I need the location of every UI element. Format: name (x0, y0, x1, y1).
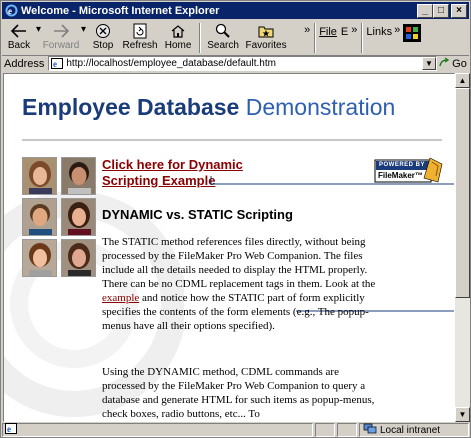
toolbar-separator (199, 23, 202, 53)
home-button[interactable]: Home (160, 20, 196, 56)
address-label: Address (4, 57, 45, 70)
back-label: Back (7, 40, 31, 51)
back-arrow-icon (10, 22, 28, 40)
back-button[interactable]: Back (2, 20, 36, 56)
employee-photo (22, 239, 57, 277)
maximize-button[interactable]: □ (433, 3, 449, 18)
page-icon: e (51, 58, 64, 69)
employee-photo (61, 198, 96, 236)
menu-overflow-button[interactable]: » (351, 24, 357, 36)
static-method-paragraph: The STATIC method references files direc… (102, 235, 377, 333)
search-label: Search (207, 40, 239, 51)
favorites-button[interactable]: Favorites (242, 20, 290, 56)
svg-text:e: e (53, 59, 57, 69)
intranet-icon (363, 423, 377, 437)
forward-arrow-icon (52, 22, 70, 40)
toolbar-separator (314, 23, 317, 53)
links-overflow-button[interactable]: » (394, 24, 400, 36)
scroll-up-icon[interactable]: ▲ (455, 73, 470, 88)
menu-edit[interactable]: E (341, 26, 348, 38)
page-done-icon: e (5, 423, 17, 437)
stop-button[interactable]: Stop (86, 20, 120, 56)
search-icon (215, 22, 231, 40)
toolbar-separator (361, 23, 364, 53)
badge-powered-by: POWERED BY (379, 162, 426, 168)
page-title: Employee Database Demonstration (22, 94, 395, 121)
window-title: Welcome - Microsoft Internet Explorer (21, 4, 220, 17)
security-zone: Local intranet (359, 423, 469, 437)
home-label: Home (164, 40, 192, 51)
page-title-sub: Demonstration (245, 94, 396, 120)
status-bar: e Local intranet (2, 422, 469, 438)
favorites-folder-icon (258, 22, 274, 40)
browser-window: e Welcome - Microsoft Internet Explorer … (0, 0, 471, 438)
address-url: http://localhost/employee_database/defau… (66, 58, 276, 69)
minimize-button[interactable]: _ (417, 3, 433, 18)
scroll-thumb[interactable] (455, 88, 470, 298)
page-title-main: Employee Database (22, 94, 240, 120)
section-heading: DYNAMIC vs. STATIC Scripting (102, 207, 293, 222)
go-arrow-icon (439, 56, 450, 71)
status-security-cell (337, 423, 357, 437)
svg-text:e: e (7, 424, 11, 434)
employee-photo (22, 198, 57, 236)
employee-photo (61, 239, 96, 277)
go-button[interactable]: Go (437, 56, 469, 71)
refresh-label: Refresh (122, 40, 158, 51)
example-link[interactable]: example (102, 292, 139, 304)
forward-button[interactable]: Forward (41, 20, 81, 56)
menu-file[interactable]: File (319, 26, 337, 38)
address-dropdown-icon[interactable]: ▼ (422, 57, 436, 70)
dynamic-method-paragraph: Using the DYNAMIC method, CDML commands … (102, 366, 375, 420)
close-button[interactable]: × (451, 3, 467, 18)
go-label: Go (452, 57, 467, 70)
ie-logo-icon: e (4, 4, 18, 18)
vertical-scrollbar[interactable]: ▲ ▼ (455, 73, 470, 422)
links-toolbar[interactable]: Links (366, 26, 392, 38)
search-button[interactable]: Search (204, 20, 242, 56)
favorites-label: Favorites (245, 40, 287, 51)
para1-text-b: and notice how the STATIC part of form e… (102, 292, 369, 332)
title-bar[interactable]: e Welcome - Microsoft Internet Explorer … (2, 2, 469, 19)
address-input[interactable]: e http://localhost/employee_database/def… (48, 56, 437, 71)
page-content: Employee Database Demonstration Click he… (3, 73, 455, 422)
forward-label: Forward (42, 40, 80, 51)
employee-photo (22, 157, 57, 195)
para1-text-a: The STATIC method references files direc… (102, 236, 376, 290)
toolbar-overflow-button[interactable]: » (304, 24, 310, 36)
standard-toolbar: Back ▾ Forward ▾ Stop Refresh Home Searc… (2, 20, 469, 56)
menu-bar: File E (319, 26, 348, 38)
status-message: e (2, 423, 313, 437)
employee-photo (61, 157, 96, 195)
home-icon (170, 22, 186, 40)
status-progress-cell (315, 423, 335, 437)
svg-text:e: e (8, 6, 12, 16)
scroll-down-icon[interactable]: ▼ (455, 407, 470, 422)
windows-logo-icon (403, 24, 422, 42)
stop-icon (95, 22, 111, 40)
title-divider (22, 139, 442, 141)
refresh-icon (133, 22, 147, 40)
zone-label: Local intranet (380, 424, 441, 436)
address-bar: Address e http://localhost/employee_data… (2, 56, 469, 71)
refresh-button[interactable]: Refresh (120, 20, 160, 56)
stop-label: Stop (92, 40, 114, 51)
